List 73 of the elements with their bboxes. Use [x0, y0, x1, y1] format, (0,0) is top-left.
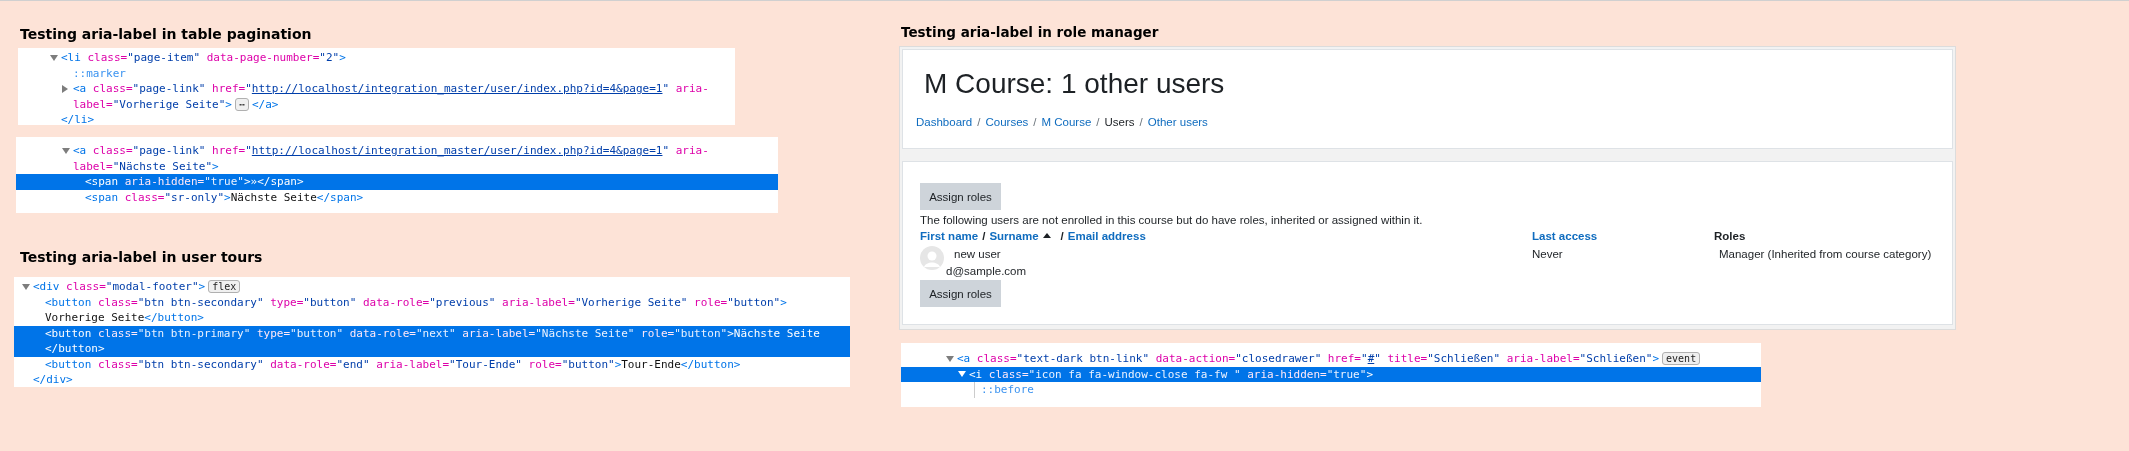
- tree-row[interactable]: <a class="page-link" href="http://localhost/integration_master/user/index.php?id=4&page=1" aria- label="Vorherige Seite"> ⋯ </a>: [18, 81, 735, 112]
- code-line: <button class="btn btn-secondary" type="button" data-role="previous" aria-label="Vorherige Seite" role="button">: [45, 294, 787, 310]
- caret-down-icon[interactable]: [946, 355, 954, 362]
- column-header: Roles: [1714, 230, 1746, 242]
- code-line: <button class="btn btn-secondary" data-role="end" aria-label="Tour-Ende" role="button">Tour-Ende</button>: [45, 356, 741, 372]
- code-line: </div>: [33, 372, 73, 387]
- breadcrumb-link[interactable]: M Course: [1041, 116, 1092, 128]
- section-title: Testing aria-label in role manager: [900, 23, 1160, 42]
- user-name: new user: [953, 247, 1002, 262]
- inline-badge[interactable]: ⋯: [234, 97, 249, 111]
- breadcrumb-separator: /: [1139, 116, 1143, 128]
- avatar-icon: [920, 246, 944, 270]
- assign-roles-button[interactable]: Assign roles: [920, 280, 1001, 307]
- caret-down-icon[interactable]: [22, 283, 30, 290]
- inline-badge[interactable]: event: [1662, 352, 1701, 366]
- caret-down-icon[interactable]: [50, 54, 58, 61]
- breadcrumb-separator: /: [1033, 116, 1037, 128]
- tree-row[interactable]: <span aria-hidden="true">»</span>: [16, 174, 778, 190]
- code-line: <div class="modal-footer">: [33, 279, 206, 295]
- breadcrumb-link[interactable]: Other users: [1147, 116, 1208, 128]
- caret-right-icon[interactable]: [62, 84, 68, 93]
- tree-row[interactable]: <span class="sr-only">Nächste Seite</span>: [16, 189, 778, 205]
- breadcrumb-separator: /: [1096, 116, 1100, 128]
- tree-row[interactable]: <div class="modal-footer"> flex: [14, 279, 850, 295]
- breadcrumb-current: Users: [1104, 116, 1135, 128]
- description-text: The following users are not enrolled in this course but do have roles, inherited or assigned within it.: [920, 213, 1424, 228]
- code-line: <span aria-hidden="true">»</span>: [85, 174, 304, 190]
- tree-row[interactable]: <a class="page-link" href="http://localhost/integration_master/user/index.php?id=4&page=1" aria- label="Nächste Seite">: [16, 143, 778, 174]
- tree-row[interactable]: ::marker: [18, 65, 735, 81]
- code-line: <i class="icon fa fa-window-close fa-fw " aria-hidden="true">: [969, 366, 1373, 382]
- code-line: <li class="page-item" data-page-number="2">: [61, 50, 346, 66]
- tree-row[interactable]: </li>: [18, 112, 735, 125]
- code-line: <button class="btn btn-primary" type="button" data-role="next" aria-label="Nächste Seite" role="button">Nächste Seite: [45, 325, 820, 341]
- tree-row[interactable]: ::before: [901, 382, 1761, 398]
- caret-down-icon[interactable]: [958, 371, 966, 378]
- sort-up-icon: [1042, 233, 1051, 238]
- tree-row[interactable]: <li class="page-item" data-page-number="2">: [18, 50, 735, 66]
- code-line: label="Vorherige Seite">: [73, 96, 232, 112]
- column-header-link[interactable]: First name: [920, 228, 979, 245]
- tree-row[interactable]: <button class="btn btn-secondary" data-role="end" aria-label="Tour-Ende" role="button">Tour-Ende</button>: [14, 356, 850, 372]
- page-heading: M Course: 1 other users: [923, 67, 1226, 101]
- column-header-link[interactable]: Surname: [989, 228, 1057, 245]
- code-line: <a class="page-link" href="http://localhost/integration_master/user/index.php?id=4&page=1" aria-: [73, 81, 709, 97]
- code-line: <a class="page-link" href="http://localhost/integration_master/user/index.php?id=4&page=1" aria-: [73, 143, 709, 159]
- column-header-link[interactable]: Last access: [1532, 230, 1598, 242]
- header-separator: /: [982, 229, 986, 244]
- code-line: </a>: [252, 96, 279, 112]
- code-line: ::before: [981, 382, 1034, 398]
- breadcrumb-link[interactable]: Courses: [985, 116, 1029, 128]
- tree-row[interactable]: </div>: [14, 372, 850, 387]
- code-line: label="Nächste Seite">: [73, 158, 219, 174]
- code-line: <a class="text-dark btn-link" data-action="closedrawer" href="#" title="Schließen" aria-label="Schließen">: [957, 351, 1660, 367]
- code-line: ::marker: [73, 65, 126, 81]
- code-line: </button>: [45, 341, 105, 357]
- tree-row[interactable]: <i class="icon fa fa-window-close fa-fw " aria-hidden="true">: [901, 366, 1761, 382]
- inline-badge[interactable]: flex: [208, 280, 241, 294]
- user-email: d@sample.com: [946, 264, 1027, 279]
- tree-row[interactable]: <button class="btn btn-secondary" type="button" data-role="previous" aria-label="Vorherige Seite" role="button"> Vorherige Seite</button>: [14, 294, 850, 326]
- header-separator: /: [1060, 229, 1064, 244]
- caret-down-icon[interactable]: [62, 147, 70, 154]
- code-line: Vorherige Seite</button>: [45, 310, 204, 326]
- table-cell: Never: [1532, 248, 1563, 260]
- assign-roles-button[interactable]: Assign roles: [920, 183, 1001, 210]
- tree-row[interactable]: <a class="text-dark btn-link" data-action="closedrawer" href="#" title="Schließen" aria-label="Schließen"> event: [901, 351, 1761, 367]
- code-line: <span class="sr-only">Nächste Seite</span>: [85, 189, 364, 205]
- tree-row[interactable]: <button class="btn btn-primary" type="button" data-role="next" aria-label="Nächste Seite" role="button">Nächste Seite </button>: [14, 325, 850, 357]
- column-header-link[interactable]: Email address: [1067, 228, 1146, 245]
- section-title: Testing aria-label in user tours: [19, 248, 264, 267]
- breadcrumb-separator: /: [977, 116, 981, 128]
- table-cell-text: Manager (Inherited from course category): [1718, 248, 1932, 260]
- breadcrumb-link[interactable]: Dashboard: [916, 116, 973, 128]
- section-title: Testing aria-label in table pagination: [19, 25, 313, 44]
- code-line: </li>: [61, 112, 95, 125]
